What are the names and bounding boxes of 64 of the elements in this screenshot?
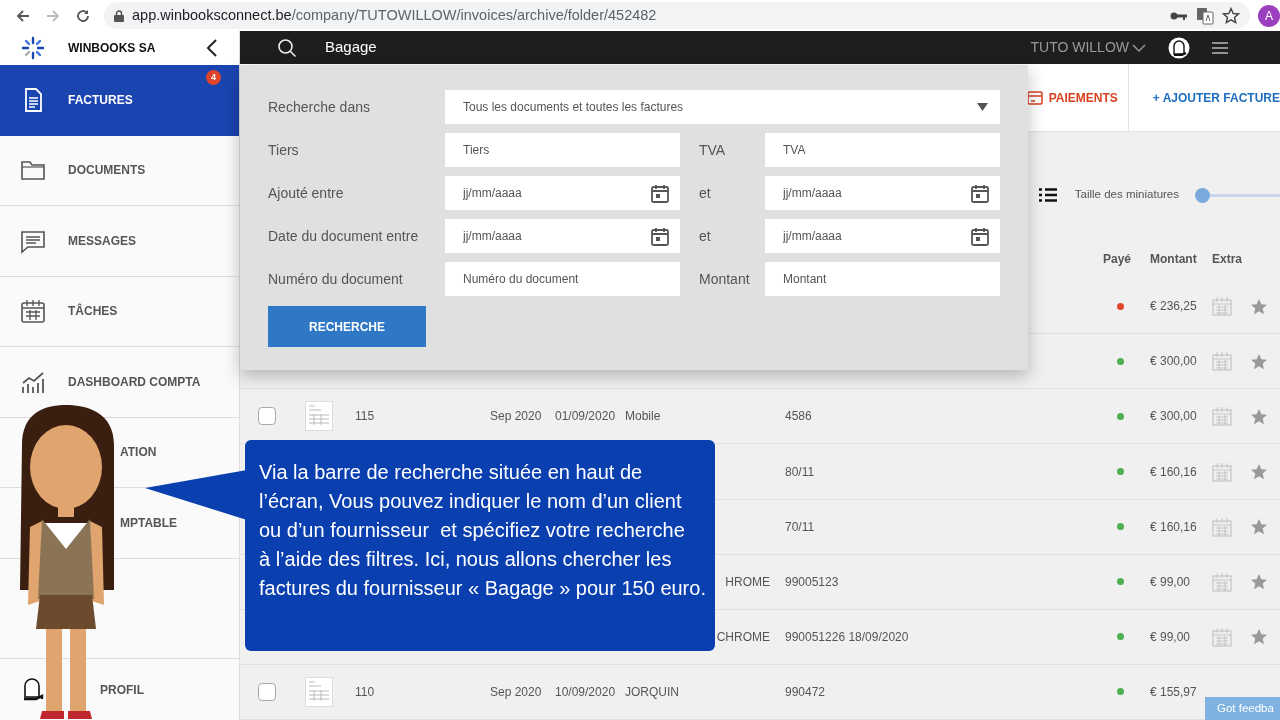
table-cell: 990051226 18/09/2020 — [785, 629, 909, 644]
table-cell: 01/09/2020 — [555, 409, 616, 424]
table-cell: HROME — [725, 574, 770, 589]
date-field[interactable]: jj/mm/aaaa — [765, 219, 1000, 253]
text-field[interactable]: Numéro du document — [445, 262, 680, 296]
table-cell: € 99,00 — [1150, 629, 1191, 644]
text-field[interactable]: Montant — [765, 262, 1000, 296]
user-dropdown[interactable]: TUTO WILLOW — [1030, 37, 1146, 59]
profile-avatar[interactable]: A — [1258, 4, 1280, 27]
table-cell: 80/11 — [785, 464, 815, 479]
sidebar-item[interactable]: FACTURES 4 — [0, 65, 239, 136]
date-field[interactable]: jj/mm/aaaa — [445, 219, 680, 253]
search-field[interactable]: Bagage — [323, 35, 623, 60]
field-label: Ajouté entre — [268, 183, 345, 203]
column-header: Montant — [1149, 250, 1198, 268]
search-button[interactable]: RECHERCHE — [268, 306, 426, 347]
table-cell: 4586 — [785, 409, 812, 424]
sidebar-item[interactable]: MPTABLE — [120, 513, 178, 532]
sidebar-item[interactable]: DOCUMENTS — [0, 135, 239, 206]
table-cell: CHROME — [716, 629, 770, 644]
field-label: TVA — [698, 140, 727, 160]
sidebar-item[interactable]: MESSAGES — [0, 206, 239, 277]
address-bar[interactable]: app.winbooksconnect.be/company/TUTOWILLOW/invoices/archive/folder/452482 — [104, 2, 1250, 29]
table-cell: Mobile — [625, 409, 661, 424]
slider-label: Taille des miniatures — [1074, 187, 1179, 203]
field-label: Recherche dans — [268, 97, 371, 117]
table-cell: € 99,00 — [1150, 574, 1191, 589]
field-label: Numéro du document — [268, 269, 404, 289]
table-cell: 70/11 — [785, 519, 815, 534]
sidebar-item[interactable]: ATION — [120, 443, 157, 462]
column-header: Extra — [1211, 250, 1244, 268]
add-invoice-link[interactable]: + AJOUTER FACTURE — [1152, 88, 1280, 107]
caption-text: Via la barre de recherche située en haut de l’écran, Vous pouvez indiquer le nom d’un client ou d’un fournisseur et spécifiez votre recherche à l’aide des filtres. Ici, nous allons chercher les factures du fournisseur « Bagage » pour 150 euro. — [259, 460, 707, 601]
table-cell: 990472 — [785, 684, 826, 699]
table-cell: € 300,00 — [1150, 409, 1197, 424]
field-label: Tiers — [268, 140, 300, 160]
notification-badge: 4 — [206, 70, 221, 85]
table-cell: € 160,16 — [1150, 464, 1197, 479]
table-cell: Sep 2020 — [490, 409, 542, 424]
table-cell: € 160,16 — [1150, 519, 1197, 534]
table-cell: 110 — [355, 684, 375, 699]
select-field[interactable]: Tous les documents et toutes les factures — [445, 90, 1000, 124]
table-cell: 99005123 — [785, 574, 839, 589]
table-cell: € 300,00 — [1150, 354, 1197, 369]
table-cell: € 155,97 — [1150, 684, 1197, 699]
sidebar-item[interactable]: PROFIL — [100, 680, 144, 699]
table-cell: JORQUIN — [625, 684, 679, 699]
table-cell: € 236,25 — [1150, 299, 1197, 314]
field-label: et — [698, 226, 712, 246]
field-label: Date du document entre — [268, 226, 420, 246]
table-cell: 115 — [355, 409, 375, 424]
column-header: Payé — [1103, 250, 1133, 268]
sidebar-item[interactable]: TÂCHES — [0, 276, 239, 347]
text-field[interactable]: TVA — [765, 133, 1000, 167]
date-field[interactable]: jj/mm/aaaa — [765, 176, 1000, 210]
table-cell: 10/09/2020 — [555, 684, 616, 699]
company-name: WINBOOKS SA — [68, 40, 157, 57]
url-text: app.winbooksconnect.be/company/TUTOWILLOW/invoices/archive/folder/452482 — [132, 5, 657, 25]
payments-link[interactable]: PAIEMENTS — [1048, 88, 1118, 107]
field-label: et — [698, 183, 712, 203]
date-field[interactable]: jj/mm/aaaa — [445, 176, 680, 210]
field-label: Montant — [698, 269, 751, 289]
table-cell: Sep 2020 — [490, 684, 542, 699]
text-field[interactable]: Tiers — [445, 133, 680, 167]
